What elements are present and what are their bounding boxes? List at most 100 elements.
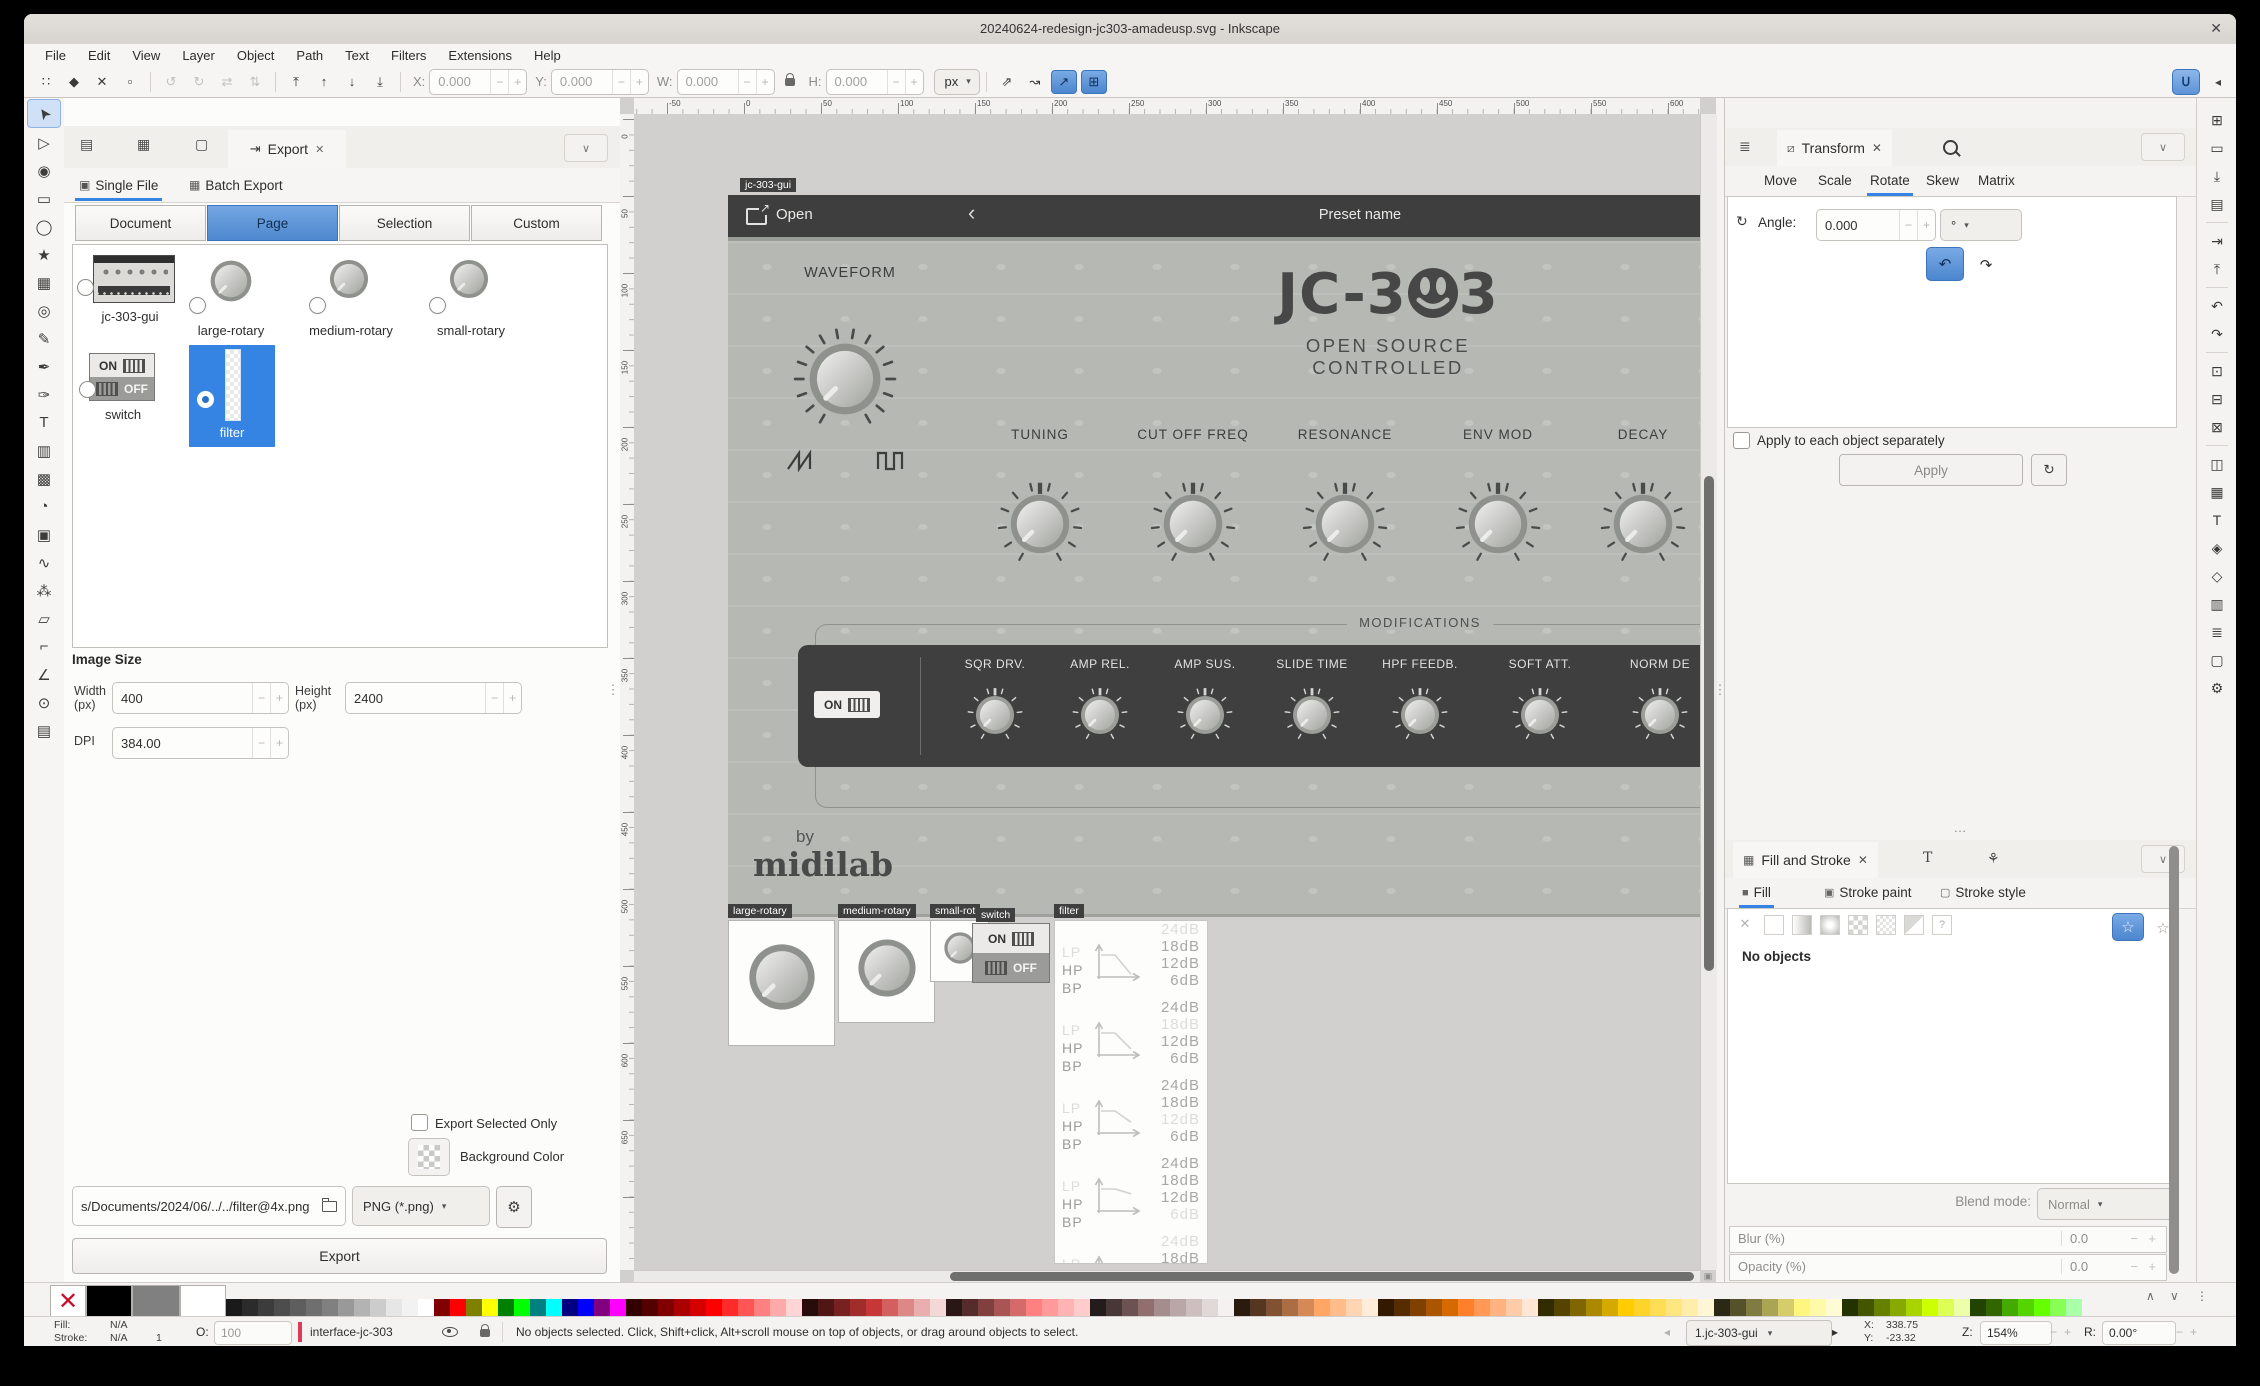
palette-color-swatch[interactable] [1682, 1299, 1698, 1316]
palette-color-swatch[interactable] [2002, 1299, 2018, 1316]
layer-lock-icon[interactable] [472, 1326, 498, 1340]
select-same-icon[interactable]: ◆ [62, 71, 86, 93]
print-icon[interactable]: ▤ [2197, 190, 2236, 218]
export-width-input[interactable]: 400−+ [112, 682, 289, 714]
spiral-tool[interactable]: ◎ [28, 297, 60, 324]
menu-layer[interactable]: Layer [171, 46, 226, 65]
menu-help[interactable]: Help [523, 46, 572, 65]
pen-tool[interactable]: ✒ [28, 353, 60, 380]
palette-color-swatch[interactable] [258, 1299, 274, 1316]
palette-color-swatch[interactable] [370, 1299, 386, 1316]
item-radio[interactable] [197, 391, 214, 408]
palette-color-swatch[interactable] [1890, 1299, 1906, 1316]
palette-color-swatch[interactable] [1794, 1299, 1810, 1316]
flat-color-icon[interactable] [1764, 915, 1784, 935]
fs-tab-stroke-style[interactable]: ▢Stroke style [1937, 880, 2029, 905]
palette-color-swatch[interactable] [594, 1299, 610, 1316]
palette-color-swatch[interactable] [1714, 1299, 1730, 1316]
rotate-counterclockwise-button[interactable]: ↶ [1926, 247, 1964, 281]
palette-color-swatch[interactable] [1538, 1299, 1554, 1316]
angle-input[interactable]: 0.000−+ [1816, 209, 1936, 241]
palette-color-swatch[interactable] [2050, 1299, 2066, 1316]
export-item-filter[interactable]: filter [189, 345, 275, 447]
palette-color-swatch[interactable] [1202, 1299, 1218, 1316]
raise-icon[interactable]: ↑ [312, 70, 336, 92]
palette-color-swatch[interactable] [706, 1299, 722, 1316]
palette-color-swatch[interactable] [658, 1299, 674, 1316]
export-item-switch[interactable]: ONOFFswitch [79, 349, 167, 429]
palette-color-swatch[interactable] [482, 1299, 498, 1316]
swatch-fill-icon[interactable] [1876, 915, 1896, 935]
document-settings-icon[interactable]: ▢ [2197, 646, 2236, 674]
apply-each-checkbox[interactable] [1733, 432, 1750, 449]
palette-color-swatch[interactable] [626, 1299, 642, 1316]
selector-tool[interactable]: ➤ [27, 99, 61, 128]
palette-color-swatch[interactable] [1330, 1299, 1346, 1316]
mesh-tool[interactable]: ▩ [28, 465, 60, 492]
blur-increment[interactable]: + [2148, 1231, 2156, 1246]
horizontal-scrollbar-thumb[interactable] [950, 1272, 1694, 1281]
palette-color-swatch[interactable] [1138, 1299, 1154, 1316]
palette-color-swatch[interactable] [1074, 1299, 1090, 1316]
calligraphy-tool[interactable]: ✑ [28, 381, 60, 408]
dock-menu-button[interactable]: ∨ [564, 134, 608, 162]
palette-color-swatch[interactable] [1826, 1299, 1842, 1316]
palette-color-swatch[interactable] [1938, 1299, 1954, 1316]
spin-increment[interactable]: + [503, 683, 521, 713]
spin-decrement[interactable]: − [612, 70, 630, 94]
layers-dialog-icon[interactable]: ▤ [80, 136, 93, 153]
undo-icon[interactable]: ↶ [2197, 292, 2236, 320]
stroke-width-value[interactable]: 1 [156, 1332, 162, 1344]
spin-increment[interactable]: + [756, 70, 774, 94]
color-managed-view-icon[interactable]: ▣ [1700, 1270, 1716, 1282]
box3d-tool[interactable]: ▦ [28, 269, 60, 296]
palette-color-swatch[interactable] [434, 1299, 450, 1316]
tweak-tool[interactable]: ∿ [28, 549, 60, 576]
scope-button-custom[interactable]: Custom [471, 205, 602, 241]
dock-resize-handle[interactable]: ⋮ [1716, 98, 1724, 1282]
blur-row[interactable]: Blur (%) 0.0 − + [1729, 1226, 2167, 1253]
palette-color-swatch[interactable] [2066, 1299, 2082, 1316]
palette-color-swatch[interactable] [930, 1299, 946, 1316]
palette-color-swatch[interactable] [1010, 1299, 1026, 1316]
export-options-gear-icon[interactable]: ⚙ [496, 1186, 532, 1228]
gradient-tool[interactable]: ▥ [28, 437, 60, 464]
objects-dialog-icon[interactable]: ▥ [2197, 590, 2236, 618]
no-paint-icon[interactable]: ✕ [1736, 915, 1754, 933]
node-tool[interactable]: ▷ [28, 129, 60, 156]
mesh-gradient-icon[interactable] [1904, 915, 1924, 935]
dock-menu-button[interactable]: ∨ [2141, 133, 2185, 161]
palette-color-swatch[interactable] [306, 1299, 322, 1316]
reset-button[interactable]: ↻ [2031, 454, 2067, 486]
paint-bucket-tool[interactable]: ▣ [28, 521, 60, 548]
browse-folder-icon[interactable] [322, 1201, 337, 1212]
new-document-icon[interactable]: ⊞ [2197, 106, 2236, 134]
palette-color-swatch[interactable] [1570, 1299, 1586, 1316]
export-mode-tab-single-file[interactable]: ▣Single File [75, 172, 162, 201]
move-patterns-toggle-icon[interactable]: ⊞ [1081, 70, 1107, 94]
scale-stroke-toggle-icon[interactable]: ⇗ [995, 71, 1019, 93]
scope-button-page[interactable]: Page [207, 205, 338, 241]
palette-color-swatch[interactable] [1154, 1299, 1170, 1316]
palette-color-swatch[interactable] [1042, 1299, 1058, 1316]
palette-color-swatch[interactable] [1906, 1299, 1922, 1316]
titlebar[interactable]: 20240624-redesign-jc303-amadeusp.svg - I… [24, 14, 2236, 45]
no-color-swatch[interactable]: ✕ [50, 1285, 86, 1318]
lower-to-bottom-icon[interactable]: ⤓ [368, 71, 392, 93]
item-radio[interactable] [309, 297, 326, 314]
layer-visibility-icon[interactable] [442, 1327, 458, 1337]
export-height-input[interactable]: 2400−+ [345, 682, 522, 714]
palette-color-swatch[interactable] [578, 1299, 594, 1316]
paste-icon[interactable]: ⊟ [2197, 385, 2236, 413]
palette-color-swatch[interactable] [1458, 1299, 1474, 1316]
palette-color-swatch[interactable] [1698, 1299, 1714, 1316]
next-layer-icon[interactable]: ▸ [1832, 1325, 1838, 1339]
palette-color-swatch[interactable] [1746, 1299, 1762, 1316]
gray-swatch[interactable] [132, 1285, 180, 1318]
blur-decrement[interactable]: − [2130, 1231, 2138, 1246]
menu-object[interactable]: Object [226, 46, 286, 65]
spin-increment[interactable]: + [905, 70, 923, 94]
zoom-increment[interactable]: + [2064, 1325, 2071, 1339]
export-selected-only-checkbox[interactable] [411, 1114, 428, 1131]
palette-color-swatch[interactable] [418, 1299, 434, 1316]
